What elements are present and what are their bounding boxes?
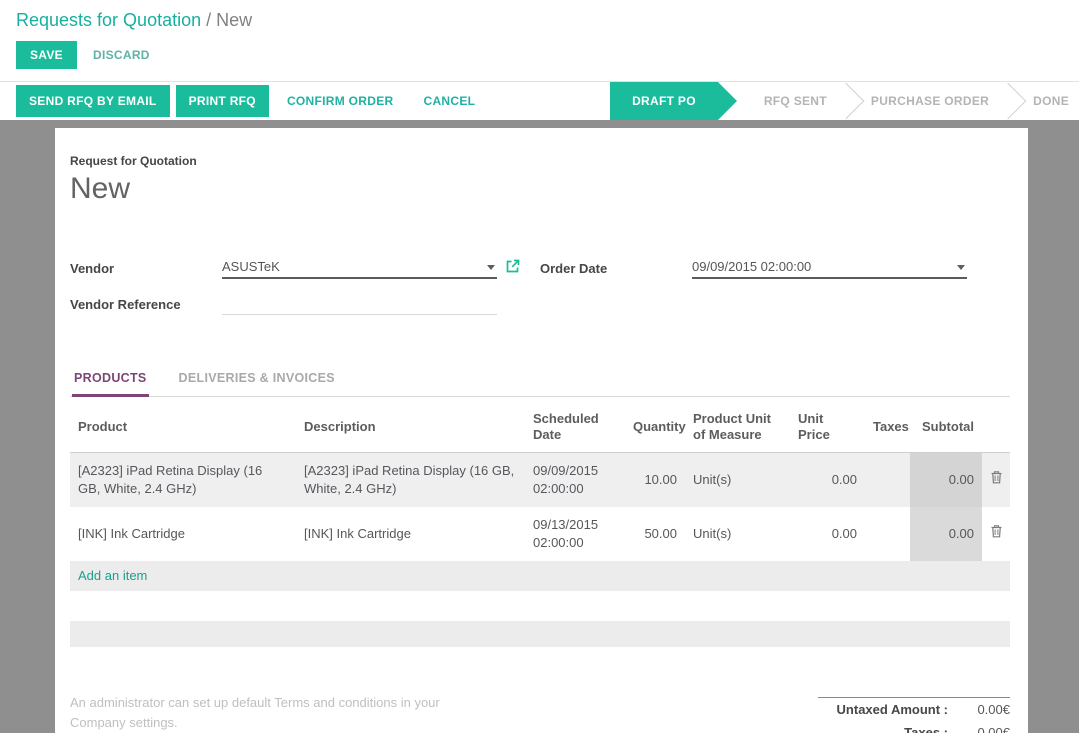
col-header-actions bbox=[982, 403, 1010, 452]
vendor-reference-input[interactable] bbox=[222, 293, 497, 315]
empty-section-bar bbox=[70, 621, 1010, 647]
tab-products[interactable]: PRODUCTS bbox=[72, 365, 149, 397]
tab-deliveries-invoices[interactable]: DELIVERIES & INVOICES bbox=[177, 365, 337, 396]
cell-uom[interactable]: Unit(s) bbox=[685, 507, 790, 561]
col-header-uom[interactable]: Product Unit of Measure bbox=[685, 403, 790, 452]
breadcrumb-current: New bbox=[216, 10, 252, 30]
control-panel: SEND RFQ BY EMAIL PRINT RFQ CONFIRM ORDE… bbox=[0, 81, 1079, 120]
cell-quantity[interactable]: 50.00 bbox=[625, 507, 685, 561]
col-header-description[interactable]: Description bbox=[296, 403, 525, 452]
col-header-product[interactable]: Product bbox=[70, 403, 296, 452]
trash-icon bbox=[990, 470, 1003, 484]
vendor-input[interactable]: ASUSTeK bbox=[222, 259, 497, 279]
form-subtitle: Request for Quotation bbox=[70, 154, 1010, 168]
notebook-tabs: PRODUCTS DELIVERIES & INVOICES bbox=[70, 365, 1010, 397]
cell-uom[interactable]: Unit(s) bbox=[685, 452, 790, 507]
caret-down-icon[interactable] bbox=[487, 265, 495, 270]
page-title: New bbox=[70, 172, 1010, 206]
delete-row-button[interactable] bbox=[982, 507, 1010, 561]
vendor-label: Vendor bbox=[70, 261, 222, 279]
table-row[interactable]: [INK] Ink Cartridge [INK] Ink Cartridge … bbox=[70, 507, 1010, 561]
cell-subtotal: 0.00 bbox=[910, 452, 982, 507]
workflow-buttons: SEND RFQ BY EMAIL PRINT RFQ CONFIRM ORDE… bbox=[16, 82, 487, 120]
delete-row-button[interactable] bbox=[982, 452, 1010, 507]
confirm-order-button[interactable]: CONFIRM ORDER bbox=[275, 94, 406, 108]
save-button[interactable]: SAVE bbox=[16, 41, 77, 69]
cell-description[interactable]: [A2323] iPad Retina Display (16 GB, Whit… bbox=[296, 452, 525, 507]
status-step-draft-po: DRAFT PO bbox=[610, 82, 718, 120]
field-group-left: Vendor ASUSTeK Vendor Reference bbox=[70, 253, 520, 325]
cell-product[interactable]: [A2323] iPad Retina Display (16 GB, Whit… bbox=[70, 452, 296, 507]
taxes-row: Taxes : 0.00€ bbox=[818, 721, 1010, 733]
order-date-field-row: Order Date 09/09/2015 02:00:00 bbox=[540, 253, 990, 279]
col-header-unit-price[interactable]: Unit Price bbox=[790, 403, 865, 452]
terms-and-conditions-field bbox=[70, 693, 498, 733]
taxes-label: Taxes : bbox=[904, 725, 948, 733]
footer-area: Untaxed Amount : 0.00€ Taxes : 0.00€ Tot… bbox=[70, 693, 1010, 733]
cell-quantity[interactable]: 10.00 bbox=[625, 452, 685, 507]
record-action-row: SAVE DISCARD bbox=[16, 41, 1063, 81]
order-date-value: 09/09/2015 02:00:00 bbox=[692, 259, 811, 274]
cell-scheduled-date[interactable]: 09/13/2015 02:00:00 bbox=[525, 507, 625, 561]
status-bar: DRAFT PO RFQ SENT PURCHASE ORDER DONE bbox=[610, 82, 1079, 120]
breadcrumb: Requests for Quotation / New bbox=[16, 8, 1063, 41]
discard-button[interactable]: DISCARD bbox=[93, 48, 150, 62]
cell-taxes[interactable] bbox=[865, 452, 910, 507]
breadcrumb-separator: / bbox=[206, 10, 216, 30]
table-row[interactable]: [A2323] iPad Retina Display (16 GB, Whit… bbox=[70, 452, 1010, 507]
col-header-scheduled-date[interactable]: Scheduled Date bbox=[525, 403, 625, 452]
form-canvas: Request for Quotation New Vendor ASUSTeK bbox=[0, 120, 1079, 733]
caret-down-icon[interactable] bbox=[957, 265, 965, 270]
send-rfq-by-email-button[interactable]: SEND RFQ BY EMAIL bbox=[16, 85, 170, 117]
add-item-link[interactable]: Add an item bbox=[70, 561, 1010, 591]
vendor-value: ASUSTeK bbox=[222, 259, 280, 274]
form-sheet: Request for Quotation New Vendor ASUSTeK bbox=[55, 128, 1028, 733]
print-rfq-button[interactable]: PRINT RFQ bbox=[176, 85, 269, 117]
field-group-right: Order Date 09/09/2015 02:00:00 bbox=[540, 253, 990, 325]
cell-scheduled-date[interactable]: 09/09/2015 02:00:00 bbox=[525, 452, 625, 507]
external-link-icon[interactable] bbox=[505, 259, 520, 277]
col-header-taxes[interactable]: Taxes bbox=[865, 403, 910, 452]
vendor-reference-label: Vendor Reference bbox=[70, 297, 222, 315]
untaxed-amount-label: Untaxed Amount : bbox=[837, 702, 948, 717]
order-lines-table: Product Description Scheduled Date Quant… bbox=[70, 403, 1010, 591]
untaxed-amount-row: Untaxed Amount : 0.00€ bbox=[818, 697, 1010, 721]
cell-product[interactable]: [INK] Ink Cartridge bbox=[70, 507, 296, 561]
cell-unit-price[interactable]: 0.00 bbox=[790, 507, 865, 561]
cancel-button[interactable]: CANCEL bbox=[412, 94, 488, 108]
cell-subtotal: 0.00 bbox=[910, 507, 982, 561]
vendor-reference-field-row: Vendor Reference bbox=[70, 289, 520, 315]
breadcrumb-section-link[interactable]: Requests for Quotation bbox=[16, 10, 201, 30]
vendor-field-row: Vendor ASUSTeK bbox=[70, 253, 520, 279]
cell-taxes[interactable] bbox=[865, 507, 910, 561]
terms-textarea[interactable] bbox=[70, 693, 498, 733]
status-step-purchase-order[interactable]: PURCHASE ORDER bbox=[851, 82, 1009, 120]
col-header-subtotal[interactable]: Subtotal bbox=[910, 403, 982, 452]
untaxed-amount-value: 0.00€ bbox=[948, 702, 1010, 717]
cell-description[interactable]: [INK] Ink Cartridge bbox=[296, 507, 525, 561]
trash-icon bbox=[990, 524, 1003, 538]
order-date-label: Order Date bbox=[540, 261, 692, 279]
taxes-value: 0.00€ bbox=[948, 725, 1010, 733]
table-header-row: Product Description Scheduled Date Quant… bbox=[70, 403, 1010, 452]
add-item-row[interactable]: Add an item bbox=[70, 561, 1010, 591]
field-area: Vendor ASUSTeK Vendor Reference bbox=[70, 253, 1010, 325]
col-header-quantity[interactable]: Quantity bbox=[625, 403, 685, 452]
cell-unit-price[interactable]: 0.00 bbox=[790, 452, 865, 507]
order-date-input[interactable]: 09/09/2015 02:00:00 bbox=[692, 259, 967, 279]
top-bar: Requests for Quotation / New SAVE DISCAR… bbox=[0, 0, 1079, 81]
totals-box: Untaxed Amount : 0.00€ Taxes : 0.00€ Tot… bbox=[818, 697, 1010, 733]
